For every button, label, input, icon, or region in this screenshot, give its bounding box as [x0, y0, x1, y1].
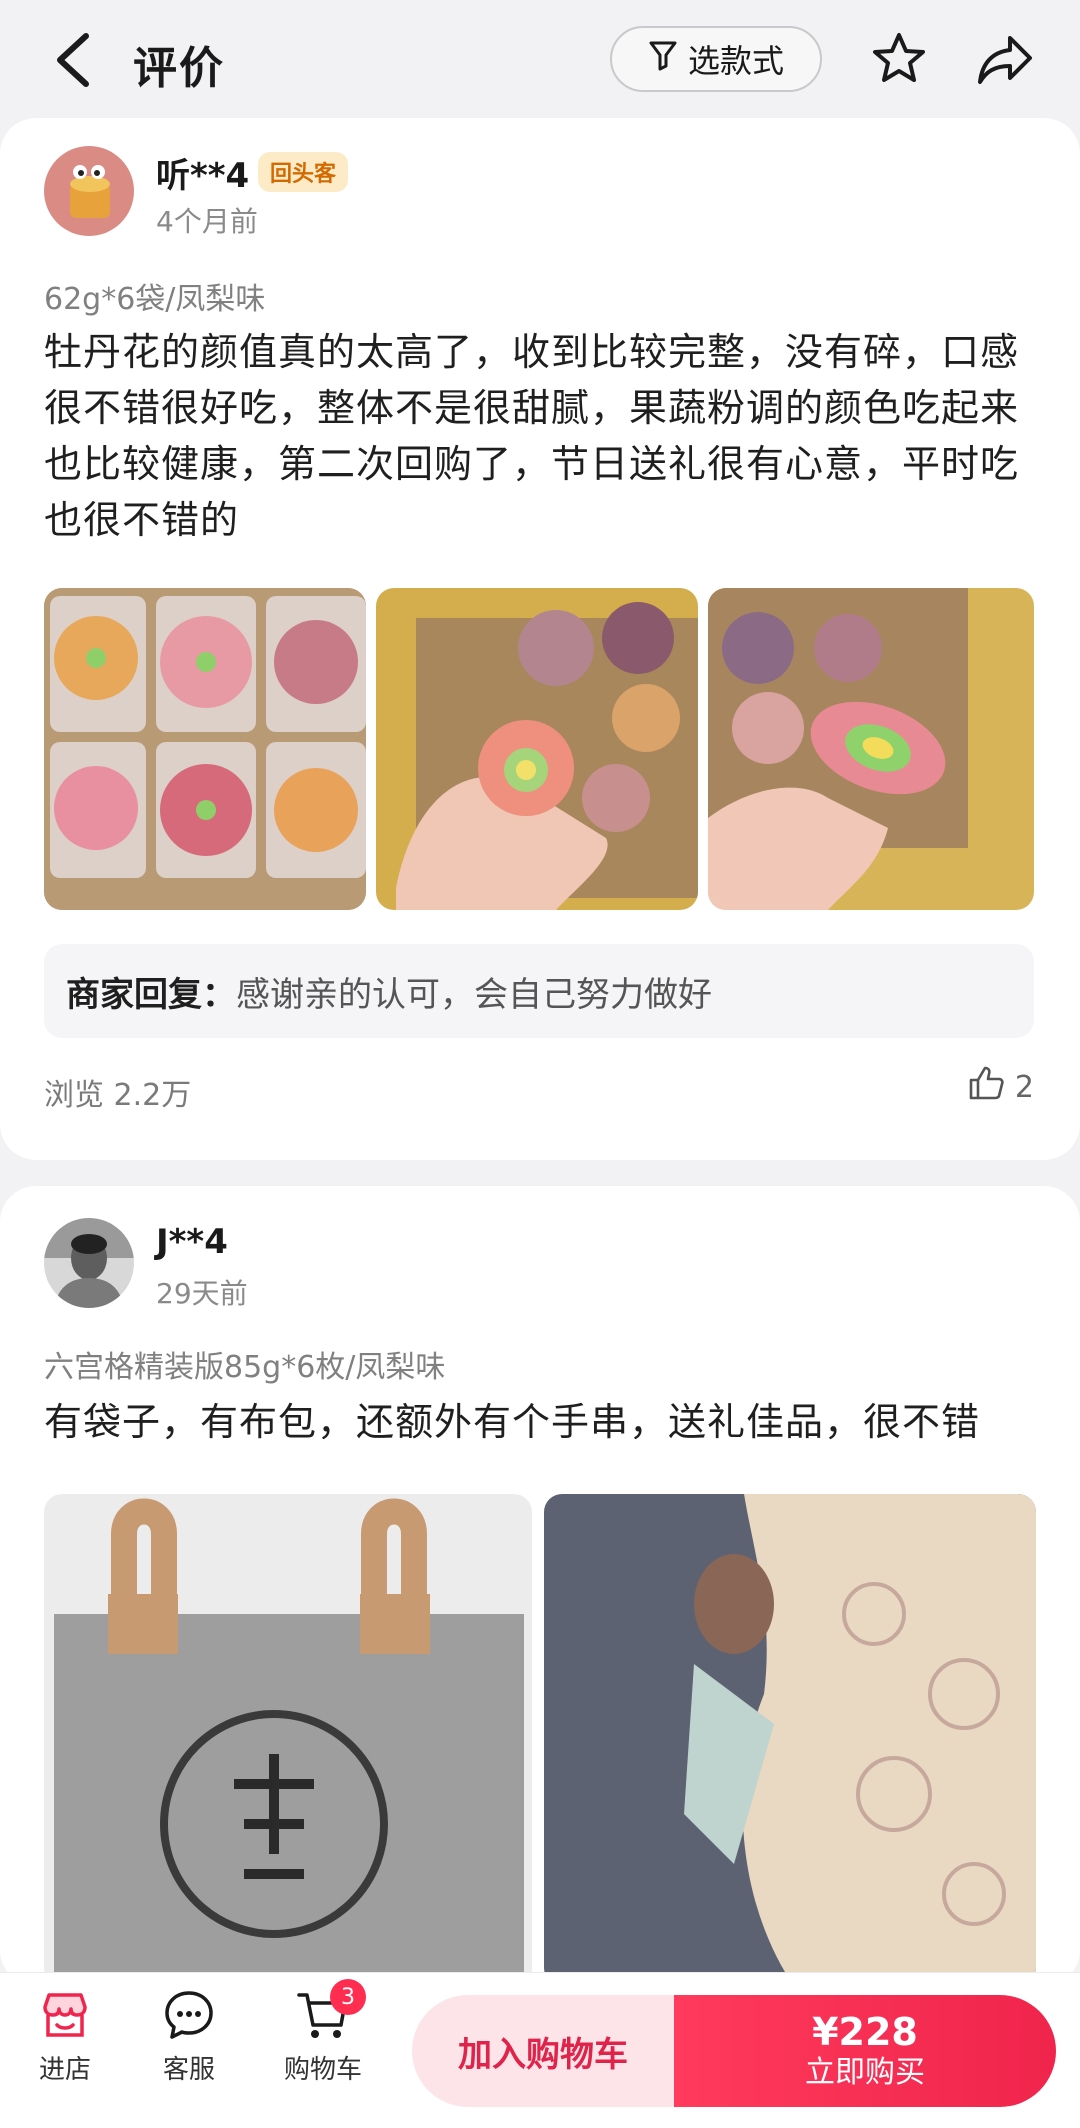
cart-button[interactable]: 购物车 3: [268, 1979, 378, 2086]
back-arrow-icon[interactable]: [46, 28, 98, 92]
username: 听**4: [156, 156, 250, 196]
review-time: 4个月前: [156, 205, 258, 238]
review-text: 牡丹花的颜值真的太高了，收到比较完整，没有碎，口感很不错很好吃，整体不是很甜腻，…: [44, 330, 1020, 542]
review-photo[interactable]: [708, 588, 1034, 910]
view-count: 浏览 2.2万: [44, 1078, 192, 1113]
merchant-reply-label: 商家回复：: [66, 974, 236, 1015]
share-icon[interactable]: [976, 32, 1034, 86]
store-button[interactable]: 进店: [10, 1987, 120, 2086]
like-count: 2: [1014, 1069, 1034, 1105]
store-label: 进店: [38, 2055, 91, 2085]
avatar[interactable]: [44, 146, 134, 236]
review-photo[interactable]: [44, 588, 366, 910]
favorite-star-icon[interactable]: [870, 30, 928, 88]
review-time: 29天前: [156, 1277, 248, 1310]
add-to-cart-button[interactable]: 加入购物车: [412, 1995, 674, 2107]
cart-count-badge: 3: [330, 1979, 366, 2015]
store-icon: [10, 1987, 120, 2043]
review-text: 有袋子，有布包，还额外有个手串，送礼佳品，很不错: [44, 1400, 981, 1444]
review-photo[interactable]: [544, 1494, 1036, 1986]
buy-now-button[interactable]: ¥228 立即购买: [674, 1995, 1056, 2107]
product-spec: 六宫格精装版85g*6枚/凤梨味: [44, 1350, 446, 1385]
like-button[interactable]: 2: [967, 1064, 1034, 1110]
merchant-reply: 商家回复： 感谢亲的认可，会自己努力做好: [44, 944, 1034, 1038]
select-style-button[interactable]: 选款式: [610, 26, 822, 92]
merchant-reply-text: 感谢亲的认可，会自己努力做好: [236, 974, 712, 1015]
product-spec: 62g*6袋/凤梨味: [44, 282, 266, 317]
chat-icon: [134, 1987, 244, 2043]
top-bar: 评价 选款式: [0, 0, 1080, 118]
page-title: 评价: [133, 43, 225, 94]
customer-service-button[interactable]: 客服: [134, 1987, 244, 2086]
buy-now-label: 立即购买: [805, 2055, 925, 2090]
review-card: J**4 29天前 六宫格精装版85g*6枚/凤梨味 有袋子，有布包，还额外有个…: [0, 1186, 1080, 1986]
price: ¥228: [812, 2010, 918, 2054]
customer-service-label: 客服: [162, 2055, 215, 2085]
review-card: 听**4 回头客 4个月前 62g*6袋/凤梨味 牡丹花的颜值真的太高了，收到比…: [0, 118, 1080, 1160]
select-style-label: 选款式: [687, 42, 784, 80]
avatar[interactable]: [44, 1218, 134, 1308]
cart-label: 购物车: [283, 2055, 362, 2085]
review-photo[interactable]: [44, 1494, 532, 1986]
bottom-action-bar: 进店 客服 购物车 3 加入购物车 ¥228 立即购买: [0, 1972, 1080, 2128]
thumbs-up-icon: [967, 1064, 1005, 1110]
filter-icon: [648, 39, 678, 79]
repeat-customer-badge: 回头客: [258, 152, 349, 192]
review-photo[interactable]: [376, 588, 698, 910]
username: J**4: [156, 1222, 228, 1262]
